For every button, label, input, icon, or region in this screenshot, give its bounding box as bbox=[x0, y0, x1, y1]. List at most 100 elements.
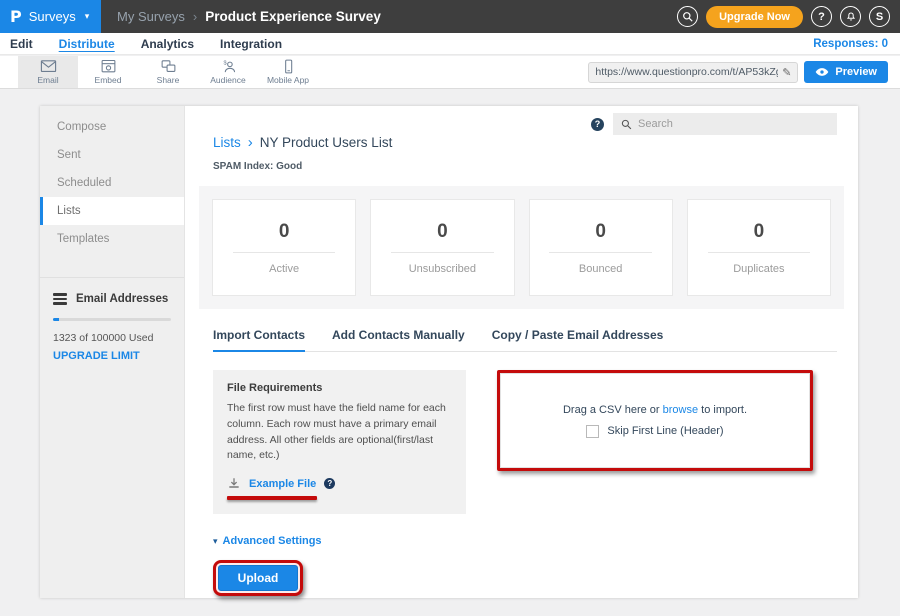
channel-tabs: Email Embed Share $ Audience Mobile App bbox=[18, 56, 318, 88]
browse-link[interactable]: browse bbox=[663, 404, 698, 416]
stat-divider bbox=[233, 252, 335, 253]
upgrade-limit-link[interactable]: UPGRADE LIMIT bbox=[53, 350, 140, 362]
caret-down-icon: ▾ bbox=[213, 536, 218, 547]
email-sidebar: Compose Sent Scheduled Lists Templates E… bbox=[40, 106, 185, 598]
stat-label: Active bbox=[269, 263, 299, 275]
channel-audience[interactable]: $ Audience bbox=[198, 56, 258, 88]
stat-card-bounced: 0 Bounced bbox=[529, 199, 673, 296]
stat-value: 0 bbox=[437, 221, 448, 243]
example-file-link[interactable]: Example File bbox=[249, 478, 316, 490]
email-addresses-title: Email Addresses bbox=[76, 293, 168, 305]
search-row: ? bbox=[213, 113, 837, 135]
import-contacts-area: File Requirements The first row must hav… bbox=[213, 370, 837, 514]
red-annotation-underline bbox=[227, 496, 317, 500]
product-switcher[interactable]: P Surveys ▾ bbox=[0, 0, 101, 33]
search-icon[interactable] bbox=[677, 6, 698, 27]
csv-dropzone[interactable]: Drag a CSV here or browse to import. Ski… bbox=[500, 373, 810, 468]
audience-icon: $ bbox=[220, 59, 237, 74]
email-icon bbox=[40, 59, 57, 74]
header-breadcrumb: My Surveys › Product Experience Survey bbox=[117, 9, 381, 24]
survey-nav: Edit Distribute Analytics Integration Re… bbox=[0, 33, 900, 55]
sidebar-item-compose[interactable]: Compose bbox=[40, 113, 184, 141]
svg-text:$: $ bbox=[223, 60, 227, 66]
skip-first-line-row: Skip First Line (Header) bbox=[586, 425, 723, 438]
nav-analytics[interactable]: Analytics bbox=[128, 37, 207, 51]
usage-progress-fill bbox=[53, 318, 59, 321]
channel-share-label: Share bbox=[157, 75, 180, 85]
channel-mobile-app-label: Mobile App bbox=[267, 75, 309, 85]
mobile-app-icon bbox=[280, 59, 297, 74]
skip-first-line-checkbox[interactable] bbox=[586, 425, 599, 438]
list-name: NY Product Users List bbox=[260, 135, 393, 150]
nav-distribute[interactable]: Distribute bbox=[46, 37, 128, 51]
embed-icon bbox=[100, 59, 117, 74]
questionpro-logo-icon: P bbox=[10, 7, 22, 26]
contact-search-box bbox=[613, 113, 837, 135]
responses-count[interactable]: Responses: 0 bbox=[813, 38, 900, 50]
edit-url-pencil-icon[interactable]: ✎ bbox=[782, 66, 791, 79]
email-addresses-header: Email Addresses bbox=[53, 293, 171, 305]
user-avatar[interactable]: S bbox=[869, 6, 890, 27]
example-file-row: Example File ? bbox=[227, 477, 335, 500]
distribute-toolbar: Email Embed Share $ Audience Mobile App … bbox=[0, 56, 900, 89]
stat-card-active: 0 Active bbox=[212, 199, 356, 296]
list-breadcrumb: Lists › NY Product Users List bbox=[213, 135, 837, 150]
channel-email-label: Email bbox=[37, 75, 58, 85]
tab-add-contacts-manually[interactable]: Add Contacts Manually bbox=[332, 328, 465, 352]
stat-card-duplicates: 0 Duplicates bbox=[687, 199, 831, 296]
nav-edit[interactable]: Edit bbox=[0, 37, 46, 51]
file-requirements-title: File Requirements bbox=[227, 382, 452, 394]
survey-title: Product Experience Survey bbox=[205, 9, 381, 24]
header-actions: Upgrade Now ? S bbox=[677, 6, 900, 28]
preview-button[interactable]: Preview bbox=[804, 61, 888, 83]
breadcrumb-lists-link[interactable]: Lists bbox=[213, 135, 241, 150]
stat-value: 0 bbox=[279, 221, 290, 243]
chevron-right-icon: › bbox=[248, 135, 253, 150]
breadcrumb-separator-icon: › bbox=[193, 9, 197, 24]
tab-copy-paste-email-addresses[interactable]: Copy / Paste Email Addresses bbox=[492, 328, 664, 352]
channel-embed[interactable]: Embed bbox=[78, 56, 138, 88]
stat-value: 0 bbox=[754, 221, 765, 243]
survey-url-input[interactable] bbox=[595, 66, 778, 78]
search-input[interactable] bbox=[638, 118, 829, 130]
help-question-icon[interactable]: ? bbox=[591, 118, 604, 131]
tab-import-contacts[interactable]: Import Contacts bbox=[213, 328, 305, 352]
stat-divider bbox=[549, 252, 651, 253]
nav-integration[interactable]: Integration bbox=[207, 37, 295, 51]
email-addresses-section: Email Addresses 1323 of 100000 Used UPGR… bbox=[40, 277, 184, 364]
notifications-bell-icon[interactable] bbox=[840, 6, 861, 27]
sidebar-item-templates[interactable]: Templates bbox=[40, 225, 184, 253]
channel-share[interactable]: Share bbox=[138, 56, 198, 88]
list-lines-icon bbox=[53, 293, 67, 305]
example-file-help-icon[interactable]: ? bbox=[324, 478, 335, 489]
usage-progress-bar bbox=[53, 318, 171, 321]
advanced-settings-toggle[interactable]: ▾ Advanced Settings bbox=[213, 535, 322, 547]
preview-label: Preview bbox=[835, 66, 877, 78]
sidebar-item-lists[interactable]: Lists bbox=[40, 197, 184, 225]
help-icon[interactable]: ? bbox=[811, 6, 832, 27]
breadcrumb-my-surveys[interactable]: My Surveys bbox=[117, 9, 185, 24]
magnifier-icon bbox=[621, 119, 632, 130]
eye-icon bbox=[815, 67, 829, 77]
product-menu-label: Surveys bbox=[29, 9, 76, 24]
channel-mobile-app[interactable]: Mobile App bbox=[258, 56, 318, 88]
dropzone-text: Drag a CSV here or browse to import. bbox=[563, 404, 747, 416]
email-distribution-panel: Compose Sent Scheduled Lists Templates E… bbox=[40, 106, 858, 598]
stat-label: Bounced bbox=[579, 263, 622, 275]
share-icon bbox=[160, 59, 177, 74]
upload-button[interactable]: Upload bbox=[218, 565, 298, 591]
sidebar-item-sent[interactable]: Sent bbox=[40, 141, 184, 169]
toolbar-right: ✎ Preview bbox=[588, 56, 888, 88]
upgrade-now-button[interactable]: Upgrade Now bbox=[706, 6, 803, 28]
stat-card-unsubscribed: 0 Unsubscribed bbox=[370, 199, 514, 296]
channel-email[interactable]: Email bbox=[18, 56, 78, 88]
list-stats: 0 Active 0 Unsubscribed 0 Bounced 0 Dupl… bbox=[199, 186, 844, 309]
stat-label: Duplicates bbox=[733, 263, 784, 275]
caret-down-icon: ▾ bbox=[85, 11, 90, 22]
download-icon bbox=[227, 477, 241, 490]
app-header: P Surveys ▾ My Surveys › Product Experie… bbox=[0, 0, 900, 33]
sidebar-item-scheduled[interactable]: Scheduled bbox=[40, 169, 184, 197]
stat-divider bbox=[391, 252, 493, 253]
stat-label: Unsubscribed bbox=[409, 263, 476, 275]
red-annotation-ring: Upload bbox=[213, 560, 303, 596]
